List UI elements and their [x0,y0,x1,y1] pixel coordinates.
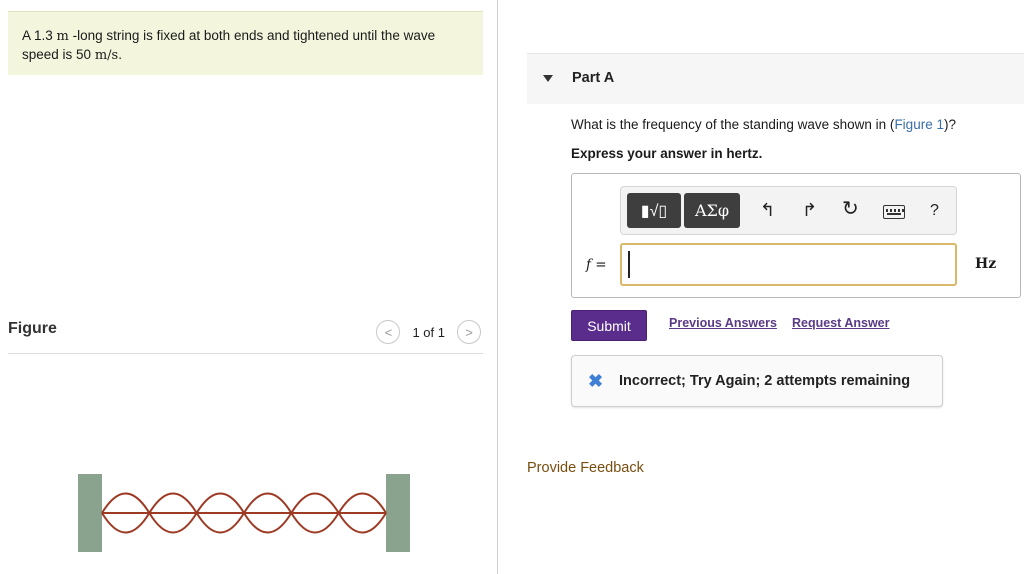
chevron-left-icon: < [384,324,393,340]
undo-icon[interactable]: ↰ [760,199,775,221]
standing-wave-figure [78,474,410,552]
greek-letters-icon: ΑΣφ [694,201,730,220]
figure-page-indicator: 1 of 1 [412,324,445,340]
question-text: What is the frequency of the standing wa… [571,117,956,132]
answer-variable-label: f = [586,257,607,273]
figure-next-button[interactable]: > [457,320,481,344]
part-title: Part A [572,70,615,86]
unit-meters-per-second: m/s [94,48,119,63]
submit-button[interactable]: Submit [571,310,647,341]
answer-unit: Hz [975,256,997,272]
question-post: )? [943,117,956,132]
previous-answers-link[interactable]: Previous Answers [669,316,777,330]
answer-instructions: Express your answer in hertz. [571,146,763,161]
math-toolbar: ▮√▯ ΑΣφ ↰ ↱ ↻ ? [620,186,957,235]
text-caret [628,251,630,278]
equals-sign: = [591,257,607,273]
keyboard-icon[interactable] [883,205,905,219]
answer-input[interactable] [620,243,957,286]
answer-panel: ▮√▯ ΑΣφ ↰ ↱ ↻ ? f = Hz [571,173,1021,298]
chevron-right-icon: > [465,324,473,340]
figure-prev-button[interactable]: < [376,320,401,344]
right-wall [386,474,410,552]
part-a-header[interactable]: Part A [527,53,1024,104]
unit-meter: m [56,29,69,44]
templates-button[interactable]: ▮√▯ [627,193,681,228]
collapse-triangle-icon[interactable] [543,75,553,82]
redo-icon[interactable]: ↱ [802,199,817,221]
incorrect-feedback: ✖ Incorrect; Try Again; 2 attempts remai… [571,355,943,407]
request-answer-link[interactable]: Request Answer [792,316,889,330]
problem-text: speed is 50 [22,47,95,62]
left-wall [78,474,102,552]
column-divider [497,0,498,574]
greek-symbols-button[interactable]: ΑΣφ [684,193,740,228]
problem-text: A 1.3 [22,28,57,43]
problem-statement: A 1.3 m -long string is fixed at both en… [8,11,483,75]
reset-icon[interactable]: ↻ [842,198,859,220]
problem-text: . [118,47,122,62]
figure-title: Figure [8,320,57,337]
figure-link[interactable]: Figure 1 [894,117,944,132]
question-pre: What is the frequency of the standing wa… [571,117,895,132]
figure-header: Figure < 1 of 1 > [8,318,483,354]
problem-text: -long string is fixed at both ends and t… [68,28,436,43]
feedback-message: Incorrect; Try Again; 2 attempts remaini… [619,373,911,389]
incorrect-x-icon: ✖ [588,371,604,391]
provide-feedback-link[interactable]: Provide Feedback [527,460,644,476]
templates-icon: ▮√▯ [640,202,668,220]
figure-pager: < 1 of 1 > [376,320,481,344]
help-icon[interactable]: ? [930,200,939,222]
